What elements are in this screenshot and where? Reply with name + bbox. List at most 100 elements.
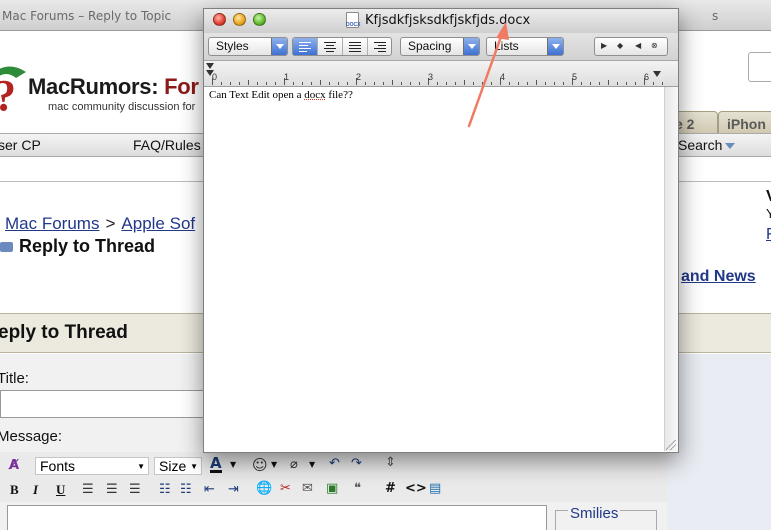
insert-link-icon[interactable]: 🌐 [256,481,272,496]
underline-icon[interactable]: U [56,482,65,498]
ruler-tick [320,80,321,85]
ruler-tick [311,82,312,85]
attachment-icon[interactable]: ⌀ [290,457,298,472]
ruler-tick [617,82,618,85]
align-center-icon[interactable]: ☰ [106,482,118,497]
title-label: Title: [0,370,29,387]
php-icon[interactable]: ▤ [429,481,441,496]
bold-icon[interactable]: B [10,482,19,498]
breadcrumb-mac-forums[interactable]: Mac Forums [5,214,99,233]
header-search-input[interactable] [748,52,771,82]
lists-popup[interactable]: Lists [486,37,564,56]
ruler-tick [473,82,474,85]
message-textarea[interactable] [7,505,547,530]
align-right-icon[interactable] [368,38,393,55]
ruler-tick [536,80,537,85]
site-logo-text[interactable]: MacRumors: For [28,74,199,100]
message-label: Message: [0,428,63,445]
decimal-tab-icon[interactable]: ⊗ [651,41,658,50]
vertical-scrollbar[interactable] [664,87,678,451]
textedit-titlebar[interactable]: DOCX Kfjsdkfjsksdkfjskfjds.docx [204,9,678,33]
nav-search[interactable]: Search [678,137,736,153]
ruler-number: 3 [428,72,434,82]
ruler-number: 0 [212,72,218,82]
remove-link-icon[interactable]: ✂ [280,481,291,496]
left-tab-icon[interactable]: ▶ [601,41,607,50]
ruler-tick [437,82,438,85]
ruler-number: 4 [500,72,506,82]
font-select[interactable]: Fonts ▼ [35,457,149,475]
align-center-icon[interactable] [318,38,343,55]
ruler-tick [401,82,402,85]
align-justify-icon[interactable] [343,38,368,55]
window-title: Kfjsdkfjsksdkfjskfjds.docx [365,13,531,28]
align-left-icon[interactable] [293,38,318,55]
docx-file-icon[interactable]: DOCX [346,12,360,28]
chevron-down-icon[interactable]: ▼ [309,460,315,469]
right-panel-link[interactable]: F [766,226,771,244]
italic-icon[interactable]: I [33,482,38,498]
ruler-tick [248,80,249,85]
nav-faq-rules[interactable]: FAQ/Rules [133,137,201,153]
styles-popup[interactable]: Styles [208,37,288,56]
outdent-icon[interactable]: ⇤ [204,482,215,497]
code-icon[interactable]: <> [405,481,427,496]
ruler-tick [257,82,258,85]
quote-icon[interactable]: ❝ [354,481,361,496]
left-indent-marker[interactable] [206,63,214,69]
right-margin-marker[interactable] [653,71,661,77]
undo-icon[interactable]: ↶ [329,456,340,471]
ruler-number: 5 [572,72,578,82]
ruler-number: 2 [356,72,362,82]
indent-icon[interactable]: ⇥ [228,482,239,497]
align-right-icon[interactable]: ☰ [129,482,141,497]
align-left-icon[interactable]: ☰ [82,482,94,497]
center-tab-icon[interactable]: ◆ [617,41,623,50]
ruler-tick [392,80,393,85]
document-text-area[interactable]: Can Text Edit open a docx file?? [209,89,353,101]
right-panel-letter: Y [766,206,771,221]
chevron-down-icon [547,38,563,55]
ruler-tick [608,80,609,85]
title-input[interactable] [0,390,206,418]
chevron-down-icon[interactable]: ▼ [230,460,236,469]
ordered-list-icon[interactable]: ☷ [159,482,171,497]
hash-icon[interactable]: # [385,481,396,496]
redo-icon[interactable]: ↷ [351,456,362,471]
ruler-tick [527,82,528,85]
news-link[interactable]: and News [681,268,756,286]
ruler-tick [374,82,375,85]
smiley-icon[interactable]: ☺ [252,456,268,474]
ruler-tick [518,82,519,85]
unordered-list-icon[interactable]: ☷ [180,482,192,497]
ruler-tick [419,82,420,85]
spacing-popup[interactable]: Spacing [400,37,480,56]
ruler-number: 6 [644,72,650,82]
insert-email-icon[interactable]: ✉ [302,481,313,496]
minimize-icon[interactable] [233,13,246,26]
ruler-tick [599,82,600,85]
ruler-tick [455,82,456,85]
ruler-tick [464,80,465,85]
size-select[interactable]: Size ▼ [154,457,202,475]
resize-editor-icon[interactable]: ⇕ [385,455,396,470]
text-color-icon[interactable]: A [210,456,222,473]
ruler-tick [239,82,240,85]
ruler[interactable]: 0 1 2 3 4 5 6 [204,61,678,87]
alignment-control [292,37,392,56]
nav-user-cp[interactable]: ser CP [0,137,41,153]
breadcrumb-apple-software[interactable]: Apple Sof [121,214,195,233]
remove-format-icon[interactable]: A̸ [9,458,19,473]
chevron-down-icon[interactable]: ▼ [271,460,277,469]
right-tab-icon[interactable]: ◀ [635,41,641,50]
resize-grip-icon[interactable] [666,440,676,450]
zoom-icon[interactable] [253,13,266,26]
page-title: Reply to Thread [0,236,155,257]
ruler-tick [590,82,591,85]
insert-image-icon[interactable]: ▣ [326,481,338,496]
smilies-label: Smilies [568,505,621,522]
svg-text:?: ? [0,71,16,120]
browser-title-fragment: s [712,9,719,23]
close-icon[interactable] [213,13,226,26]
ruler-tick [509,82,510,85]
